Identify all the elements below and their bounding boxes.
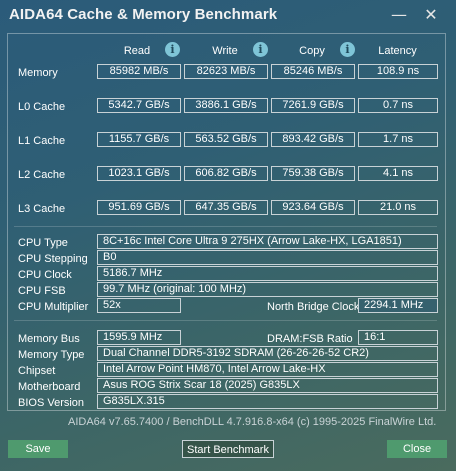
start-benchmark-button[interactable]: Start Benchmark xyxy=(182,440,274,458)
chipset-value: Intel Arrow Point HM870, Intel Arrow Lak… xyxy=(97,362,438,377)
memory-latency-value: 108.9 ns xyxy=(358,64,438,79)
cpu-clock-label: CPU Clock xyxy=(18,269,72,281)
memory-read-value: 85982 MB/s xyxy=(97,64,181,79)
read-header: Read xyxy=(123,45,151,57)
l3-latency-value: 21.0 ns xyxy=(358,200,438,215)
l1-read-value: 1155.7 GB/s xyxy=(97,132,181,147)
chipset-label: Chipset xyxy=(18,365,56,377)
l2-latency-value: 4.1 ns xyxy=(358,166,438,181)
l3-copy-value: 923.64 GB/s xyxy=(271,200,355,215)
l2-write-value: 606.82 GB/s xyxy=(184,166,268,181)
l2-row-label: L2 Cache xyxy=(18,169,66,181)
title-bar: AIDA64 Cache & Memory Benchmark — ✕ xyxy=(0,0,456,32)
l1-row-label: L1 Cache xyxy=(18,135,66,147)
cpu-type-label: CPU Type xyxy=(18,237,68,249)
l1-write-value: 563.52 GB/s xyxy=(184,132,268,147)
memory-bus-value: 1595.9 MHz xyxy=(97,330,181,345)
memory-row-label: Memory xyxy=(18,67,58,79)
version-footer: AIDA64 v7.65.7400 / BenchDLL 4.7.916.8-x… xyxy=(68,416,437,428)
l2-copy-value: 759.38 GB/s xyxy=(271,166,355,181)
motherboard-label: Motherboard xyxy=(18,381,81,393)
cpu-multiplier-label: CPU Multiplier xyxy=(18,301,89,313)
separator xyxy=(14,226,437,227)
bios-version-value: G835LX.315 xyxy=(97,394,438,409)
window-title: AIDA64 Cache & Memory Benchmark xyxy=(9,6,278,23)
copy-header: Copy xyxy=(299,45,325,57)
l2-read-value: 1023.1 GB/s xyxy=(97,166,181,181)
cpu-type-value: 8C+16c Intel Core Ultra 9 275HX (Arrow L… xyxy=(97,234,438,249)
write-header: Write xyxy=(212,45,238,57)
separator xyxy=(14,320,437,321)
nb-clock-label: North Bridge Clock xyxy=(267,301,360,313)
read-info-icon[interactable]: i xyxy=(165,42,180,57)
cpu-multiplier-value: 52x xyxy=(97,298,181,313)
l1-latency-value: 1.7 ns xyxy=(358,132,438,147)
minimize-button[interactable]: — xyxy=(387,4,411,26)
l0-copy-value: 7261.9 GB/s xyxy=(271,98,355,113)
l3-write-value: 647.35 GB/s xyxy=(184,200,268,215)
cpu-stepping-value: B0 xyxy=(97,250,438,265)
latency-header: Latency xyxy=(378,45,417,57)
close-button[interactable]: Close xyxy=(387,440,447,458)
l0-read-value: 5342.7 GB/s xyxy=(97,98,181,113)
copy-info-icon[interactable]: i xyxy=(340,42,355,57)
nb-clock-value: 2294.1 MHz xyxy=(358,298,438,313)
l3-read-value: 951.69 GB/s xyxy=(97,200,181,215)
l0-latency-value: 0.7 ns xyxy=(358,98,438,113)
cpu-stepping-label: CPU Stepping xyxy=(18,253,88,265)
l1-copy-value: 893.42 GB/s xyxy=(271,132,355,147)
bios-version-label: BIOS Version xyxy=(18,397,85,409)
save-button[interactable]: Save xyxy=(8,440,68,458)
l0-row-label: L0 Cache xyxy=(18,101,66,113)
memory-type-label: Memory Type xyxy=(18,349,85,361)
cpu-clock-value: 5186.7 MHz xyxy=(97,266,438,281)
cpu-fsb-label: CPU FSB xyxy=(18,285,66,297)
close-window-button[interactable]: ✕ xyxy=(419,4,443,26)
l3-row-label: L3 Cache xyxy=(18,203,66,215)
cpu-fsb-value: 99.7 MHz (original: 100 MHz) xyxy=(97,282,438,297)
motherboard-value: Asus ROG Strix Scar 18 (2025) G835LX xyxy=(97,378,438,393)
dram-fsb-ratio-label: DRAM:FSB Ratio xyxy=(267,333,353,345)
memory-bus-label: Memory Bus xyxy=(18,333,80,345)
dram-fsb-ratio-value: 16:1 xyxy=(358,330,438,345)
write-info-icon[interactable]: i xyxy=(253,42,268,57)
memory-write-value: 82623 MB/s xyxy=(184,64,268,79)
memory-copy-value: 85246 MB/s xyxy=(271,64,355,79)
l0-write-value: 3886.1 GB/s xyxy=(184,98,268,113)
memory-type-value: Dual Channel DDR5-3192 SDRAM (26-26-26-5… xyxy=(97,346,438,361)
